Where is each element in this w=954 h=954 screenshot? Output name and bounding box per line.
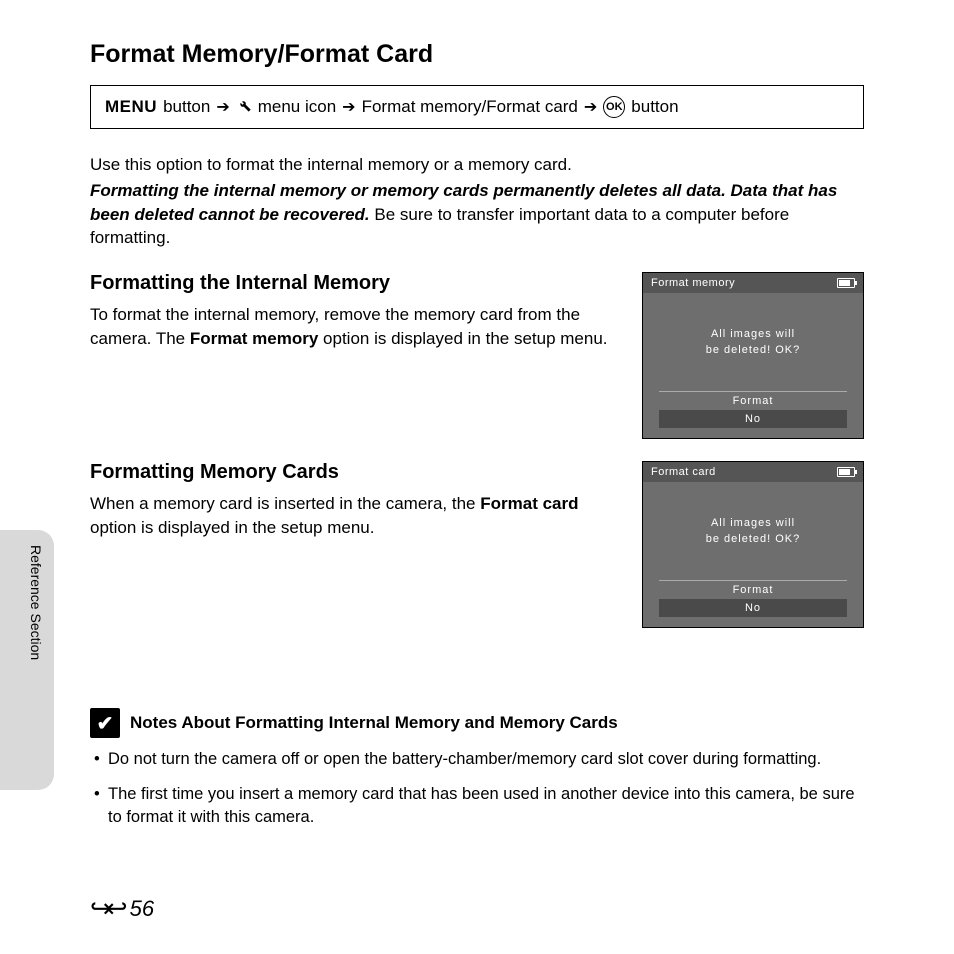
nav-text: button [163, 97, 210, 117]
page-number-value: 56 [130, 896, 154, 922]
notes-title: Notes About Formatting Internal Memory a… [130, 713, 618, 733]
lcd-option-format: Format [659, 581, 847, 599]
nav-text: menu icon [258, 97, 336, 117]
lcd-option-no: No [659, 599, 847, 617]
nav-text: Format memory/Format card [362, 97, 578, 117]
lcd-title: Format card [651, 466, 716, 478]
section2-text-a: When a memory card is inserted in the ca… [90, 494, 480, 513]
sidebar-label: Reference Section [28, 545, 44, 660]
lcd-options: Format No [659, 391, 847, 428]
lcd-line2: be deleted! OK? [706, 342, 801, 359]
lcd-line1: All images will [711, 515, 795, 532]
section2-heading: Formatting Memory Cards [90, 461, 622, 484]
sidebar-tab [0, 530, 54, 790]
section1-heading: Formatting the Internal Memory [90, 272, 622, 295]
section2-text-bold: Format card [480, 494, 578, 513]
arrow-right-icon: ➔ [584, 97, 597, 117]
lcd-line1: All images will [711, 326, 795, 343]
page-number: ↪↩ 56 [90, 893, 154, 924]
lcd-body: All images will be deleted! OK? [643, 293, 863, 391]
lcd-body: All images will be deleted! OK? [643, 482, 863, 580]
lcd-screenshot-format-card: Format card All images will be deleted! … [642, 461, 864, 628]
list-item: Do not turn the camera off or open the b… [94, 748, 864, 771]
ok-button-icon: OK [603, 96, 625, 118]
lcd-options: Format No [659, 580, 847, 617]
lcd-option-no: No [659, 410, 847, 428]
wrench-icon [236, 97, 252, 118]
check-badge-icon: ✔ [90, 708, 120, 738]
section2-text-b: option is displayed in the setup menu. [90, 518, 374, 537]
lcd-title: Format memory [651, 277, 735, 289]
lcd-header: Format card [643, 462, 863, 482]
navigation-path-box: MENU button ➔ menu icon ➔ Format memory/… [90, 85, 864, 129]
arrow-right-icon: ➔ [216, 97, 229, 117]
notes-header: ✔ Notes About Formatting Internal Memory… [90, 708, 864, 738]
list-item: The first time you insert a memory card … [94, 783, 864, 829]
reference-link-icon: ↪↩ [90, 893, 122, 924]
lcd-option-format: Format [659, 392, 847, 410]
section1-body: To format the internal memory, remove th… [90, 303, 622, 351]
intro-text: Use this option to format the internal m… [90, 153, 864, 177]
section2-body: When a memory card is inserted in the ca… [90, 492, 622, 540]
menu-label: MENU [105, 97, 157, 117]
notes-list: Do not turn the camera off or open the b… [90, 748, 864, 829]
section1-text-b: option is displayed in the setup menu. [318, 329, 607, 348]
lcd-header: Format memory [643, 273, 863, 293]
battery-icon [837, 467, 855, 477]
lcd-screenshot-format-memory: Format memory All images will be deleted… [642, 272, 864, 439]
warning-text: Formatting the internal memory or memory… [90, 179, 864, 250]
arrow-right-icon: ➔ [342, 97, 355, 117]
battery-icon [837, 278, 855, 288]
notes-block: ✔ Notes About Formatting Internal Memory… [90, 708, 864, 829]
section1-text-bold: Format memory [190, 329, 318, 348]
nav-text: button [631, 97, 678, 117]
section-memory-cards: Formatting Memory Cards When a memory ca… [90, 461, 864, 628]
section-internal-memory: Formatting the Internal Memory To format… [90, 272, 864, 439]
page-title: Format Memory/Format Card [90, 40, 864, 69]
lcd-line2: be deleted! OK? [706, 531, 801, 548]
